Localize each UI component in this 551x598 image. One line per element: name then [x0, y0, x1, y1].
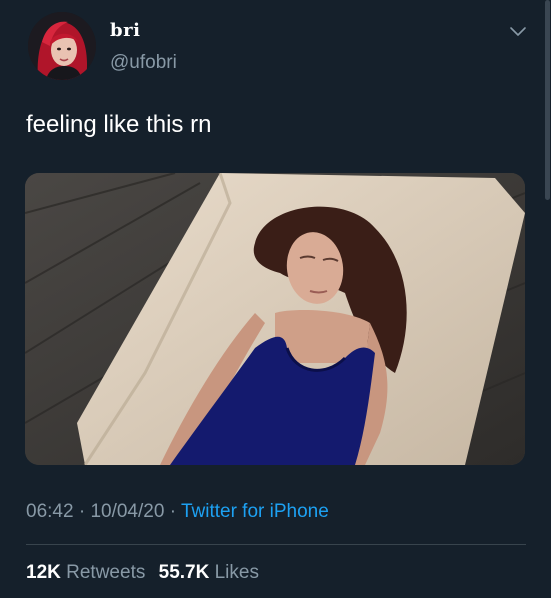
divider: [26, 544, 526, 545]
tweet-metadata: 06:42 · 10/04/20 · Twitter for iPhone: [26, 501, 329, 523]
meta-separator: ·: [78, 501, 86, 522]
media-photo: [25, 173, 525, 465]
tweet-source-link[interactable]: Twitter for iPhone: [181, 501, 329, 522]
likes-stat[interactable]: 55.7K Likes: [159, 562, 259, 583]
tweet-text: feeling like this rn: [26, 111, 212, 138]
avatar[interactable]: [28, 12, 96, 80]
chevron-down-icon[interactable]: [507, 24, 529, 38]
tweet-date[interactable]: 10/04/20: [90, 501, 164, 522]
retweets-label: Retweets: [66, 562, 146, 583]
tweet-stats: 12K Retweets 55.7K Likes: [26, 562, 267, 584]
user-handle[interactable]: @ufobri: [110, 52, 177, 74]
likes-count: 55.7K: [158, 562, 210, 583]
tweet-time: 06:42: [26, 501, 74, 522]
display-name[interactable]: bri: [110, 20, 140, 41]
meta-separator: ·: [169, 501, 177, 522]
scrollbar[interactable]: [545, 0, 550, 200]
retweets-count: 12K: [26, 562, 61, 583]
tweet-media-image[interactable]: [25, 173, 525, 465]
tweet-card: bri @ufobri feeling like this rn 06:42 ·…: [0, 0, 551, 598]
retweets-stat[interactable]: 12K Retweets: [26, 562, 151, 583]
avatar-photo: [28, 12, 96, 80]
likes-label: Likes: [214, 562, 259, 583]
